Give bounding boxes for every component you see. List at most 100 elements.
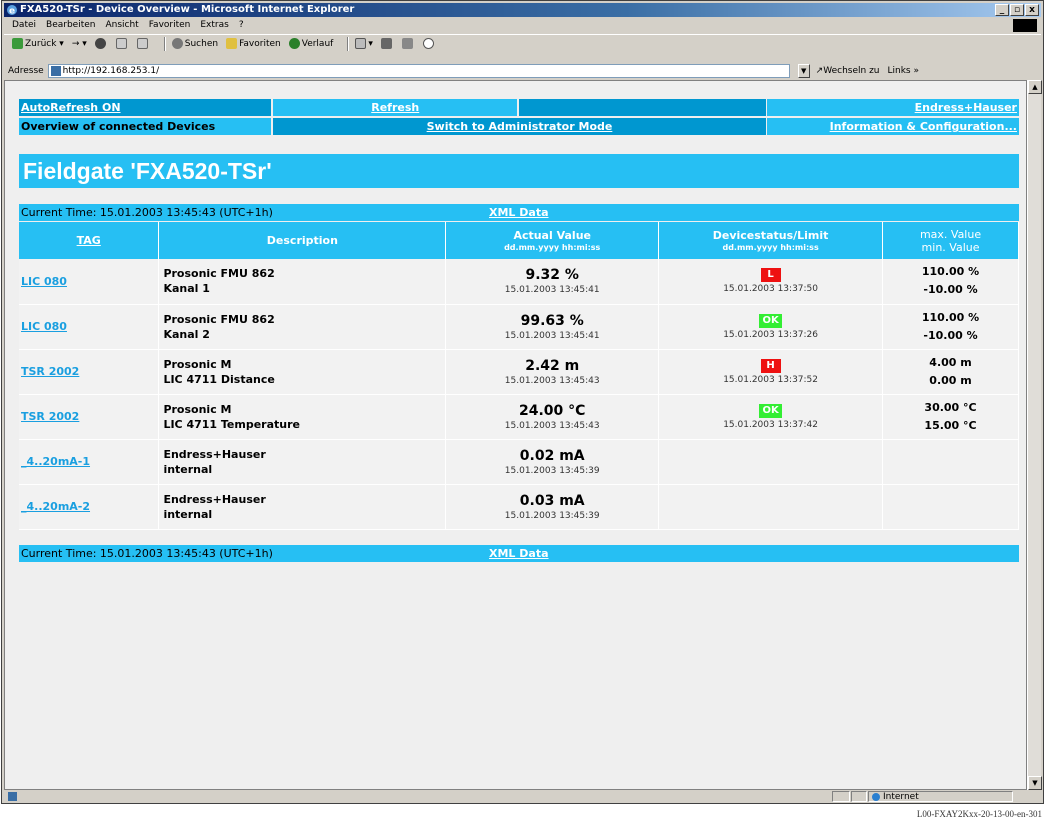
header-actual: Actual Value dd.mm.yyyy hh:mi:ss <box>445 222 660 259</box>
page-icon <box>50 66 61 76</box>
max-value: 110.00 % <box>921 265 980 279</box>
max-value: 4.00 m <box>929 355 972 369</box>
vertical-scrollbar[interactable]: ▲ ▼ <box>1027 80 1042 790</box>
print-button[interactable] <box>380 38 394 49</box>
max-value: 110.00 % <box>921 310 980 324</box>
status-time: 15.01.2003 13:37:52 <box>723 374 818 385</box>
status-divider <box>832 791 850 802</box>
maximize-button[interactable]: ▫ <box>1010 4 1024 16</box>
actual-value-cell: 2.42 m 15.01.2003 13:45:43 <box>445 349 660 395</box>
tag-link[interactable]: TSR 2002 <box>21 410 79 423</box>
xml-data-link[interactable]: XML Data <box>489 204 549 221</box>
menu-favoriten[interactable]: Favoriten <box>149 18 191 33</box>
status-cell <box>658 484 884 530</box>
menu-bearbeiten[interactable]: Bearbeiten <box>46 18 95 33</box>
edit-button[interactable] <box>401 38 415 49</box>
admin-mode-link[interactable]: Switch to Administrator Mode <box>427 120 613 133</box>
table-header-row: TAG Description Actual Value dd.mm.yyyy h… <box>19 222 1019 259</box>
limits-cell <box>882 484 1019 530</box>
device-name: Prosonic FMU 862 <box>163 312 275 326</box>
actual-value: 0.03 mA <box>519 492 585 509</box>
address-dropdown-button[interactable]: ▼ <box>797 64 810 78</box>
xml-data-link[interactable]: XML Data <box>489 545 549 562</box>
brand-cell: Endress+Hauser <box>767 99 1019 116</box>
time-bar-top: Current Time: 15.01.2003 13:45:43 (UTC+1… <box>19 204 1019 221</box>
overview-tab[interactable]: Overview of connected Devices <box>19 118 272 135</box>
limits-cell: 110.00 % -10.00 % <box>882 304 1019 350</box>
browser-toolbar: Zurück ▾ → ▾ Suchen Favoriten Verlauf ▾ <box>4 34 1041 52</box>
nav-row-top: AutoRefresh ON Refresh Endress+Hauser <box>19 99 1019 116</box>
tag-sort-link[interactable]: TAG <box>77 234 101 247</box>
tag-link[interactable]: LIC 080 <box>21 275 67 288</box>
history-icon <box>288 38 300 49</box>
current-time: Current Time: 15.01.2003 13:45:43 (UTC+1… <box>21 547 273 560</box>
back-button[interactable]: Zurück ▾ <box>12 35 64 53</box>
actual-value: 0.02 mA <box>519 447 585 464</box>
messenger-button[interactable] <box>422 38 436 49</box>
refresh-link[interactable]: Refresh <box>371 101 419 114</box>
tag-cell: _4..20mA-2 <box>19 484 160 530</box>
device-channel: internal <box>163 507 213 521</box>
chevron-down-icon: ▾ <box>56 38 64 49</box>
status-cell: H 15.01.2003 13:37:52 <box>658 349 884 395</box>
table-row: LIC 080 Prosonic FMU 862 Kanal 2 99.63 % 15.… <box>19 304 1019 350</box>
globe-icon <box>872 793 880 801</box>
admin-cell: Switch to Administrator Mode <box>273 118 766 135</box>
header-tag: TAG <box>19 222 160 259</box>
device-channel: Kanal 1 <box>163 282 210 296</box>
title-bar[interactable]: e FXA520-TSr - Device Overview - Microso… <box>4 3 1041 17</box>
history-button[interactable]: Verlauf <box>288 35 333 53</box>
home-button[interactable] <box>136 38 150 49</box>
address-label: Adresse <box>8 66 44 76</box>
status-time: 15.01.2003 13:37:50 <box>723 284 818 295</box>
device-table: TAG Description Actual Value dd.mm.yyyy h… <box>19 222 1019 530</box>
nav-row-bottom: Overview of connected Devices Switch to … <box>19 118 1019 135</box>
address-input[interactable]: http://192.168.253.1/ <box>47 64 790 78</box>
go-button[interactable]: ↗Wechseln zu <box>816 66 880 76</box>
table-row: _4..20mA-1 Endress+Hauser internal 0.02 mA 1… <box>19 439 1019 485</box>
status-cell: OK 15.01.2003 13:37:42 <box>658 394 884 440</box>
minimize-button[interactable]: _ <box>995 4 1009 16</box>
refresh-button[interactable] <box>115 38 129 49</box>
status-time: 15.01.2003 13:37:26 <box>723 329 818 340</box>
tag-link[interactable]: LIC 080 <box>21 320 67 333</box>
actual-value: 24.00 °C <box>518 402 586 419</box>
scroll-down-button[interactable]: ▼ <box>1028 776 1042 790</box>
tag-link[interactable]: _4..20mA-2 <box>21 500 90 513</box>
autorefresh-link[interactable]: AutoRefresh ON <box>21 101 121 114</box>
info-config-link[interactable]: Information & Configuration... <box>830 120 1017 133</box>
tag-link[interactable]: TSR 2002 <box>21 365 79 378</box>
page-content: AutoRefresh ON Refresh Endress+Hauser Ov… <box>4 80 1027 790</box>
status-cell: OK 15.01.2003 13:37:26 <box>658 304 884 350</box>
limits-cell <box>882 439 1019 485</box>
favorites-button[interactable]: Favoriten <box>226 35 281 53</box>
refresh-icon <box>115 38 127 49</box>
star-icon <box>226 38 238 49</box>
menu-help[interactable]: ? <box>239 18 244 33</box>
device-name: Prosonic M <box>163 402 232 416</box>
close-button[interactable]: x <box>1025 4 1039 16</box>
table-row: LIC 080 Prosonic FMU 862 Kanal 1 9.32 % 15.0… <box>19 259 1019 305</box>
stop-button[interactable] <box>94 38 108 49</box>
status-cell: L 15.01.2003 13:37:50 <box>658 259 884 305</box>
tag-link[interactable]: _4..20mA-1 <box>21 455 90 468</box>
stop-icon <box>94 38 106 49</box>
status-bar: Internet <box>2 791 1039 803</box>
scroll-up-button[interactable]: ▲ <box>1028 80 1042 94</box>
page-title: Fieldgate 'FXA520-TSr' <box>19 154 1019 188</box>
menu-datei[interactable]: Datei <box>12 18 36 33</box>
toolbar-divider <box>347 36 350 51</box>
limits-cell: 30.00 °C 15.00 °C <box>882 394 1019 440</box>
address-url: http://192.168.253.1/ <box>62 66 160 76</box>
menu-extras[interactable]: Extras <box>200 18 228 33</box>
min-value: 0.00 m <box>929 373 972 387</box>
menu-ansicht[interactable]: Ansicht <box>105 18 138 33</box>
mail-button[interactable]: ▾ <box>355 35 373 53</box>
brand-link[interactable]: Endress+Hauser <box>915 101 1017 114</box>
empty-nav-cell <box>518 99 766 116</box>
forward-button[interactable]: → ▾ <box>72 35 87 53</box>
back-arrow-icon <box>12 38 23 49</box>
search-button[interactable]: Suchen <box>171 35 218 53</box>
max-value: 30.00 °C <box>924 400 977 414</box>
links-button[interactable]: Links » <box>888 66 920 76</box>
